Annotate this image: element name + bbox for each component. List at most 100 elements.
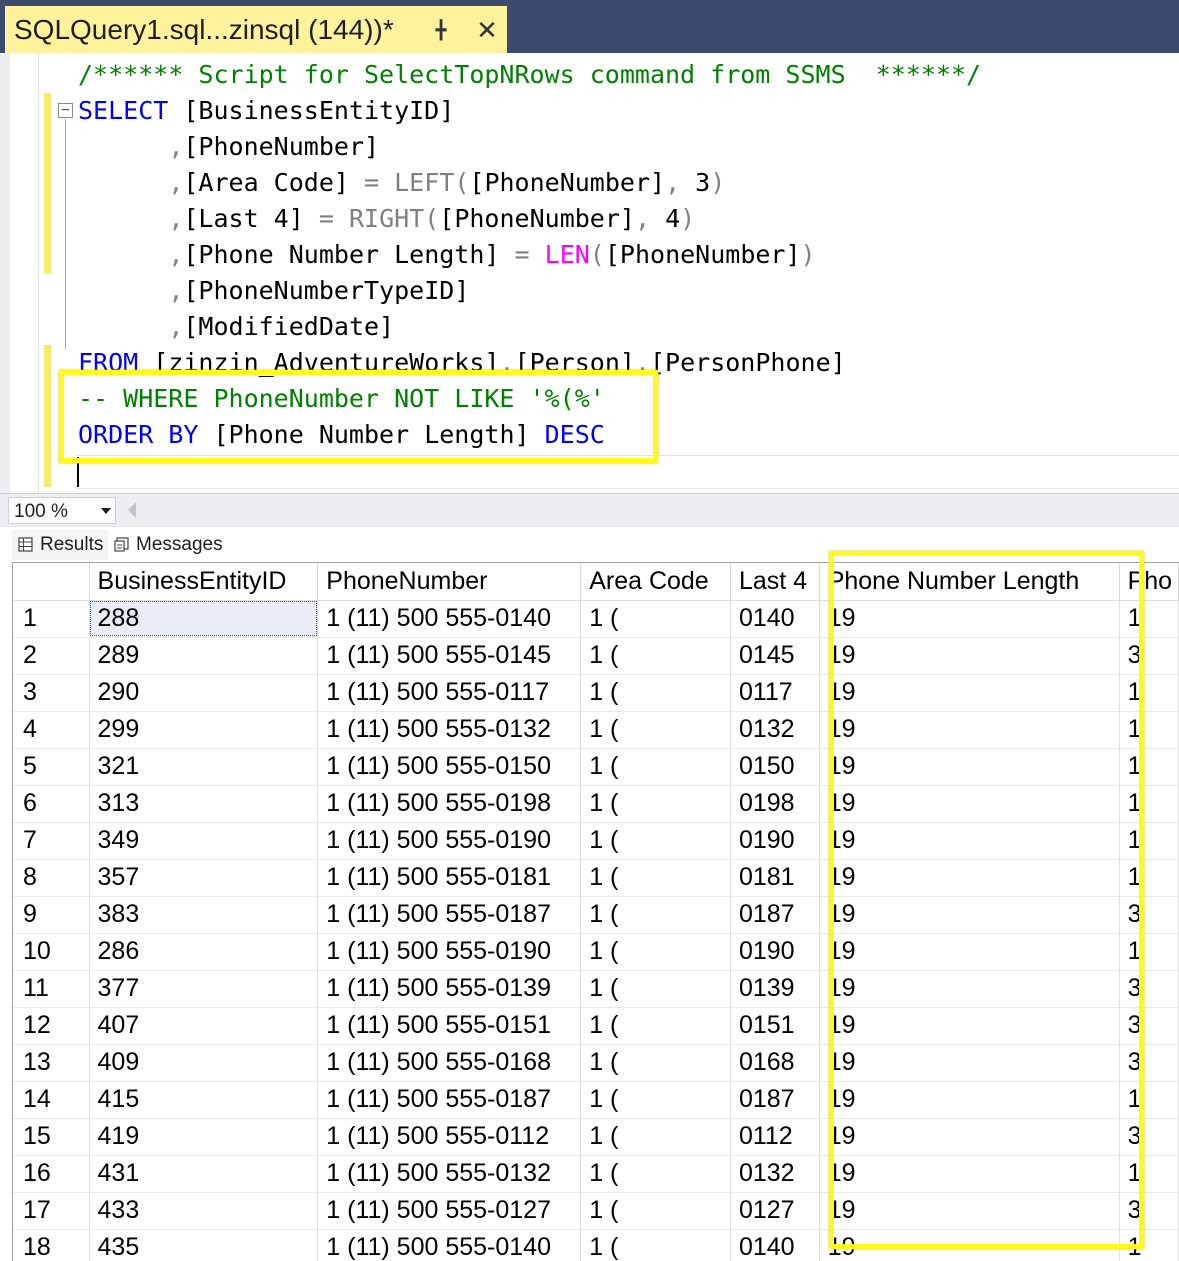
- last-4-cell[interactable]: 0181: [730, 859, 820, 897]
- area-code-cell[interactable]: 1 (: [580, 748, 731, 786]
- phonenumber-cell[interactable]: 1 (11) 500 555-0139: [317, 970, 582, 1008]
- area-code-cell[interactable]: 1 (: [580, 970, 731, 1008]
- phonenumber-cell[interactable]: 1 (11) 500 555-0140: [317, 1229, 582, 1261]
- row-number[interactable]: 17: [13, 1192, 90, 1230]
- phonenumber-cell[interactable]: 1 (11) 500 555-0181: [317, 859, 582, 897]
- row-number[interactable]: 7: [13, 822, 90, 860]
- last-4-cell[interactable]: 0112: [730, 1118, 820, 1156]
- area-code-cell[interactable]: 1 (: [580, 896, 731, 934]
- businessentityid-cell[interactable]: 407: [89, 1007, 319, 1045]
- phonenumber-cell[interactable]: 1 (11) 500 555-0190: [317, 933, 582, 971]
- phonenumber-cell[interactable]: 1 (11) 500 555-0132: [317, 1155, 582, 1193]
- last-4-cell[interactable]: 0198: [730, 785, 820, 823]
- businessentityid-cell[interactable]: 288: [89, 600, 319, 638]
- area-code-cell[interactable]: 1 (: [580, 637, 731, 675]
- row-number[interactable]: 9: [13, 896, 90, 934]
- phonenumber-header[interactable]: PhoneNumber: [317, 563, 582, 601]
- row-number-header[interactable]: [13, 563, 90, 601]
- last-4-cell[interactable]: 0117: [730, 674, 820, 712]
- row-number[interactable]: 4: [13, 711, 90, 749]
- last-4-cell[interactable]: 0140: [730, 1229, 820, 1261]
- query-tab[interactable]: SQLQuery1.sql...zinsql (144))* ╋ ✕: [5, 6, 507, 53]
- last-4-cell[interactable]: 0145: [730, 637, 820, 675]
- phonenumber-cell[interactable]: 1 (11) 500 555-0140: [317, 600, 582, 638]
- row-number[interactable]: 12: [13, 1007, 90, 1045]
- row-number[interactable]: 6: [13, 785, 90, 823]
- last-4-cell[interactable]: 0150: [730, 748, 820, 786]
- tab-results[interactable]: Results: [12, 530, 108, 560]
- area-code-cell[interactable]: 1 (: [580, 711, 731, 749]
- close-icon[interactable]: ✕: [475, 17, 499, 43]
- businessentityid-cell[interactable]: 357: [89, 859, 319, 897]
- area-code-cell[interactable]: 1 (: [580, 674, 731, 712]
- collapse-toggle-icon[interactable]: −: [58, 103, 73, 118]
- tab-messages[interactable]: Messages: [108, 530, 224, 560]
- last-4-header[interactable]: Last 4: [730, 563, 820, 601]
- row-number[interactable]: 13: [13, 1044, 90, 1082]
- sql-editor[interactable]: − /****** Script for SelectTopNRows comm…: [0, 53, 1179, 493]
- last-4-cell[interactable]: 0151: [730, 1007, 820, 1045]
- row-number[interactable]: 18: [13, 1229, 90, 1261]
- businessentityid-cell[interactable]: 383: [89, 896, 319, 934]
- last-4-cell[interactable]: 0190: [730, 822, 820, 860]
- area-code-cell[interactable]: 1 (: [580, 1081, 731, 1119]
- area-code-cell[interactable]: 1 (: [580, 1007, 731, 1045]
- row-number[interactable]: 5: [13, 748, 90, 786]
- last-4-cell[interactable]: 0190: [730, 933, 820, 971]
- businessentityid-cell[interactable]: 321: [89, 748, 319, 786]
- area-code-cell[interactable]: 1 (: [580, 933, 731, 971]
- zoom-dropdown[interactable]: 100 %: [8, 497, 116, 524]
- phonenumber-cell[interactable]: 1 (11) 500 555-0150: [317, 748, 582, 786]
- area-code-cell[interactable]: 1 (: [580, 785, 731, 823]
- row-number[interactable]: 14: [13, 1081, 90, 1119]
- row-number[interactable]: 2: [13, 637, 90, 675]
- businessentityid-cell[interactable]: 409: [89, 1044, 319, 1082]
- last-4-cell[interactable]: 0139: [730, 970, 820, 1008]
- phonenumber-cell[interactable]: 1 (11) 500 555-0127: [317, 1192, 582, 1230]
- area-code-cell[interactable]: 1 (: [580, 822, 731, 860]
- phonenumber-cell[interactable]: 1 (11) 500 555-0168: [317, 1044, 582, 1082]
- phonenumber-cell[interactable]: 1 (11) 500 555-0145: [317, 637, 582, 675]
- businessentityid-cell[interactable]: 415: [89, 1081, 319, 1119]
- row-number[interactable]: 1: [13, 600, 90, 638]
- area-code-cell[interactable]: 1 (: [580, 859, 731, 897]
- last-4-cell[interactable]: 0132: [730, 711, 820, 749]
- last-4-cell[interactable]: 0168: [730, 1044, 820, 1082]
- area-code-cell[interactable]: 1 (: [580, 600, 731, 638]
- last-4-cell[interactable]: 0187: [730, 896, 820, 934]
- last-4-cell[interactable]: 0127: [730, 1192, 820, 1230]
- last-4-cell[interactable]: 0140: [730, 600, 820, 638]
- scroll-left-icon[interactable]: [128, 502, 136, 518]
- row-number[interactable]: 10: [13, 933, 90, 971]
- last-4-cell[interactable]: 0187: [730, 1081, 820, 1119]
- row-number[interactable]: 8: [13, 859, 90, 897]
- area-code-header[interactable]: Area Code: [580, 563, 731, 601]
- area-code-cell[interactable]: 1 (: [580, 1192, 731, 1230]
- row-number[interactable]: 16: [13, 1155, 90, 1193]
- phonenumber-cell[interactable]: 1 (11) 500 555-0151: [317, 1007, 582, 1045]
- phonenumber-cell[interactable]: 1 (11) 500 555-0187: [317, 1081, 582, 1119]
- area-code-cell[interactable]: 1 (: [580, 1044, 731, 1082]
- row-number[interactable]: 15: [13, 1118, 90, 1156]
- chevron-down-icon[interactable]: [101, 508, 111, 514]
- businessentityid-cell[interactable]: 377: [89, 970, 319, 1008]
- businessentityid-cell[interactable]: 431: [89, 1155, 319, 1193]
- businessentityid-cell[interactable]: 286: [89, 933, 319, 971]
- businessentityid-header[interactable]: BusinessEntityID: [89, 563, 319, 601]
- phonenumber-cell[interactable]: 1 (11) 500 555-0190: [317, 822, 582, 860]
- area-code-cell[interactable]: 1 (: [580, 1155, 731, 1193]
- phonenumber-cell[interactable]: 1 (11) 500 555-0132: [317, 711, 582, 749]
- phonenumber-cell[interactable]: 1 (11) 500 555-0187: [317, 896, 582, 934]
- phonenumber-cell[interactable]: 1 (11) 500 555-0112: [317, 1118, 582, 1156]
- businessentityid-cell[interactable]: 435: [89, 1229, 319, 1261]
- businessentityid-cell[interactable]: 299: [89, 711, 319, 749]
- last-4-cell[interactable]: 0132: [730, 1155, 820, 1193]
- phonenumber-cell[interactable]: 1 (11) 500 555-0117: [317, 674, 582, 712]
- businessentityid-cell[interactable]: 419: [89, 1118, 319, 1156]
- area-code-cell[interactable]: 1 (: [580, 1229, 731, 1261]
- businessentityid-cell[interactable]: 433: [89, 1192, 319, 1230]
- pin-icon[interactable]: ╋: [431, 20, 451, 40]
- businessentityid-cell[interactable]: 289: [89, 637, 319, 675]
- row-number[interactable]: 11: [13, 970, 90, 1008]
- businessentityid-cell[interactable]: 290: [89, 674, 319, 712]
